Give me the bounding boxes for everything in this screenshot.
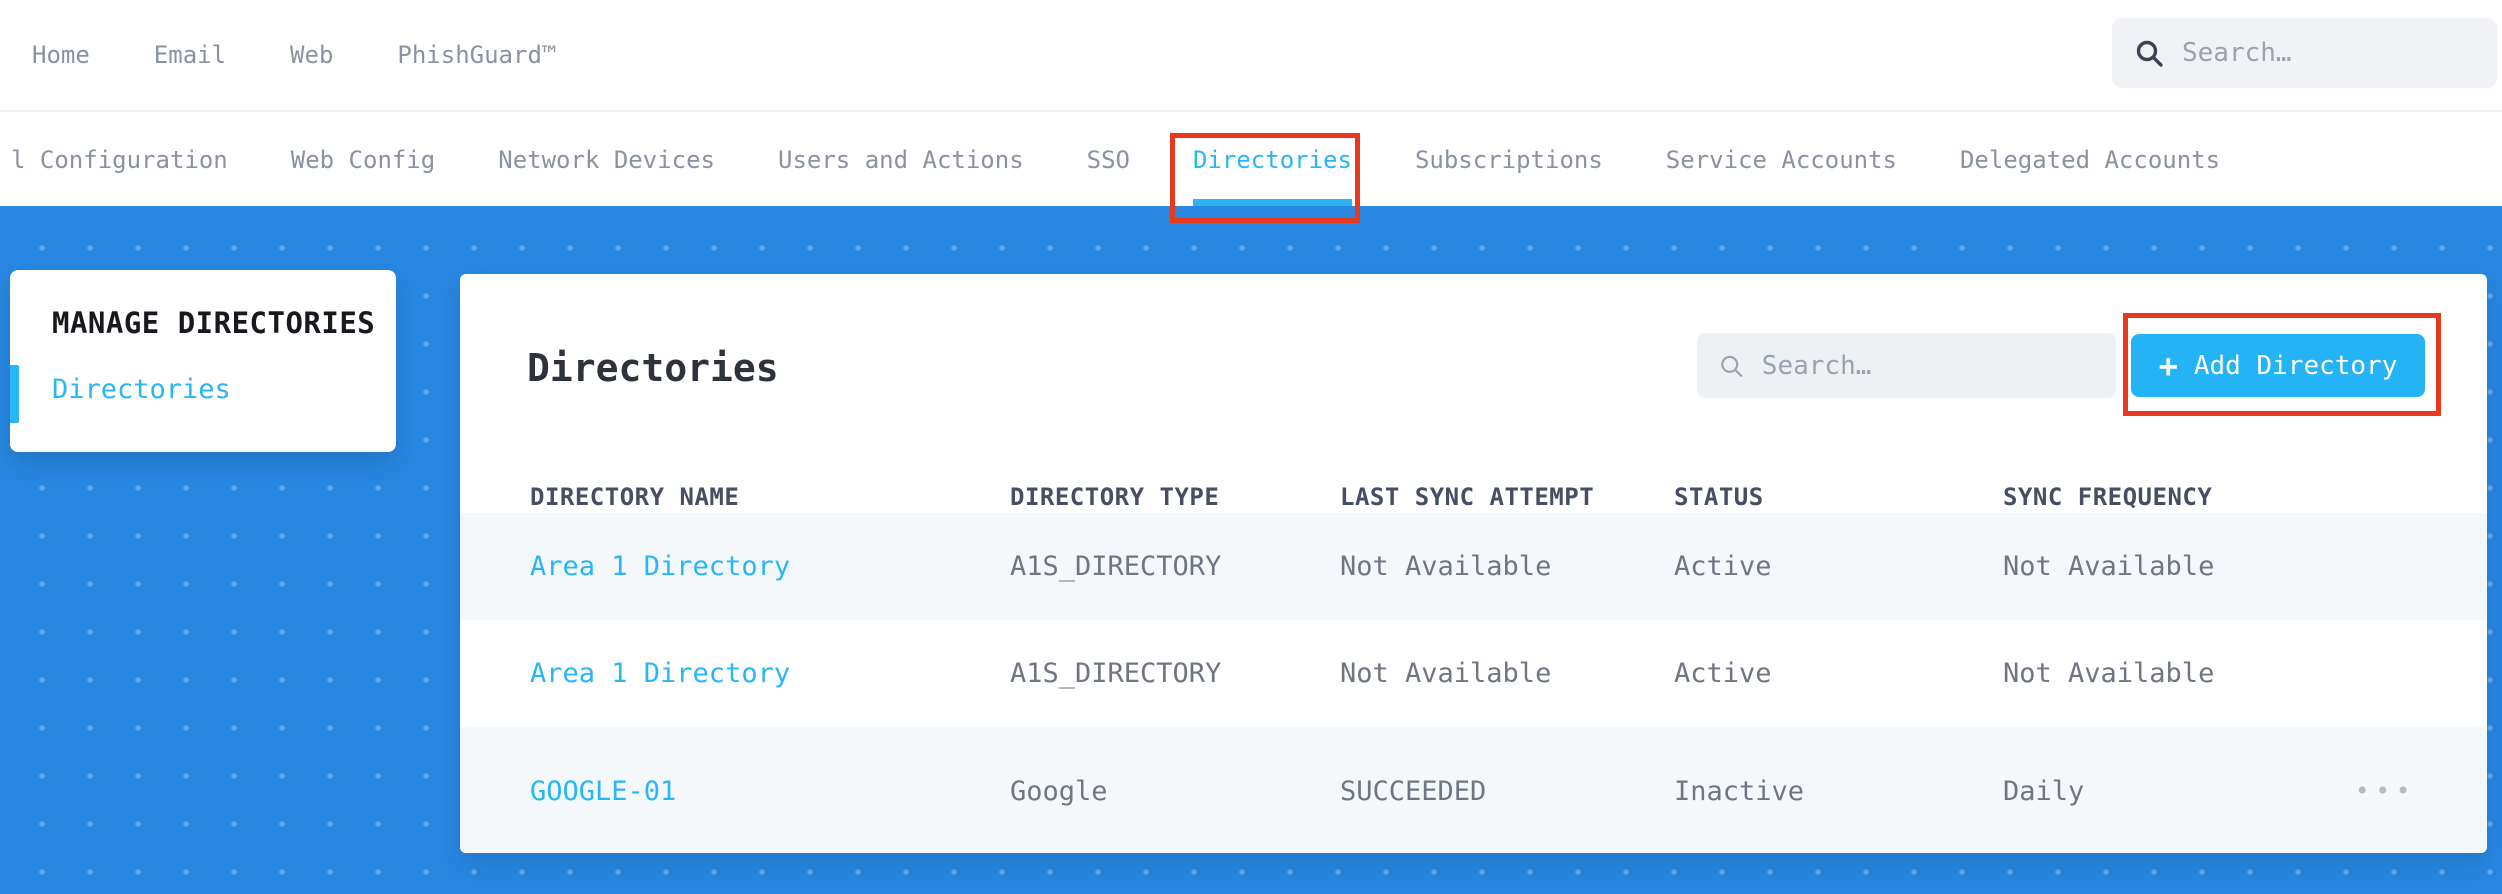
directories-search-input[interactable] (1761, 350, 2094, 381)
global-search-input[interactable] (2182, 38, 2475, 68)
directories-search-box[interactable] (1697, 333, 2116, 398)
settings-tabbar: l Configuration Web Config Network Devic… (0, 114, 2502, 206)
sync-frequency-cell: Daily (2003, 775, 2085, 807)
column-header-sync-frequency: SYNC FREQUENCY (2003, 482, 2213, 511)
tab-service-accounts[interactable]: Service Accounts (1666, 114, 1897, 206)
tab-web-config[interactable]: Web Config (291, 114, 436, 206)
directory-name-link[interactable]: GOOGLE-01 (530, 776, 1010, 807)
active-tab-underline (1193, 199, 1352, 206)
tab-users-and-actions[interactable]: Users and Actions (778, 114, 1024, 206)
nav-item-phishguard[interactable]: PhishGuard™ (397, 41, 556, 69)
manage-directories-card: MANAGE DIRECTORIES Directories (10, 270, 396, 452)
sync-frequency-cell: Not Available (2003, 658, 2215, 689)
last-sync-attempt-cell: SUCCEEDED (1340, 775, 1487, 807)
tab-delegated-accounts[interactable]: Delegated Accounts (1960, 114, 2220, 206)
workspace-background: MANAGE DIRECTORIES Directories Directori… (0, 206, 2502, 894)
sidebar-item-directories[interactable]: Directories (52, 374, 231, 405)
tab-network-devices[interactable]: Network Devices (498, 114, 715, 206)
tab-sso[interactable]: SSO (1087, 114, 1130, 206)
last-sync-attempt-cell: Not Available (1340, 658, 1552, 689)
search-icon (1721, 355, 1743, 377)
nav-item-home[interactable]: Home (32, 41, 90, 69)
tab-directories[interactable]: Directories (1193, 114, 1352, 206)
more-horizontal-icon[interactable]: ••• (2355, 779, 2416, 803)
plus-icon: + (2158, 346, 2178, 385)
add-directory-button-label: Add Directory (2193, 350, 2398, 381)
table-row: Area 1 Directory A1S_DIRECTORY Not Avail… (460, 620, 2487, 727)
status-cell: Active (1674, 551, 1772, 582)
column-header-last-sync-attempt: LAST SYNC ATTEMPT (1340, 482, 1595, 511)
column-header-directory-name: DIRECTORY NAME (530, 482, 740, 511)
table-row: Area 1 Directory A1S_DIRECTORY Not Avail… (460, 513, 2487, 620)
page-title: Directories (527, 346, 779, 390)
directory-type-cell: A1S_DIRECTORY (1010, 658, 1222, 689)
directory-name-link[interactable]: Area 1 Directory (530, 658, 1010, 689)
column-header-status: STATUS (1674, 482, 1764, 511)
column-header-directory-type: DIRECTORY TYPE (1010, 482, 1220, 511)
status-cell: Active (1674, 658, 1772, 689)
table-header-row: DIRECTORY NAME DIRECTORY TYPE LAST SYNC … (460, 480, 2487, 513)
directory-type-cell: A1S_DIRECTORY (1010, 551, 1222, 582)
table-row: GOOGLE-01 Google SUCCEEDED Inactive Dail… (460, 727, 2487, 853)
sync-frequency-cell: Not Available (2003, 551, 2215, 582)
table-body: Area 1 Directory A1S_DIRECTORY Not Avail… (460, 513, 2487, 853)
manage-directories-title: MANAGE DIRECTORIES (52, 306, 376, 340)
directories-panel: Directories + Add Directory DIRECTORY NA… (460, 274, 2487, 853)
search-icon (2136, 40, 2163, 67)
last-sync-attempt-cell: Not Available (1340, 551, 1552, 582)
active-item-indicator-bar (10, 365, 19, 423)
directory-name-link[interactable]: Area 1 Directory (530, 551, 1010, 582)
tab-subscriptions[interactable]: Subscriptions (1415, 114, 1603, 206)
add-directory-button[interactable]: + Add Directory (2131, 334, 2425, 397)
directory-type-cell: Google (1010, 775, 1108, 807)
status-cell: Inactive (1674, 775, 1805, 807)
tab-directories-label: Directories (1193, 146, 1352, 174)
nav-item-web[interactable]: Web (290, 41, 333, 69)
global-search-box[interactable] (2112, 18, 2497, 88)
nav-item-email[interactable]: Email (154, 41, 226, 69)
tab-email-configuration-partial[interactable]: l Configuration (11, 114, 228, 206)
app-window: Home Email Web PhishGuard™ l Configurati… (0, 0, 2502, 894)
